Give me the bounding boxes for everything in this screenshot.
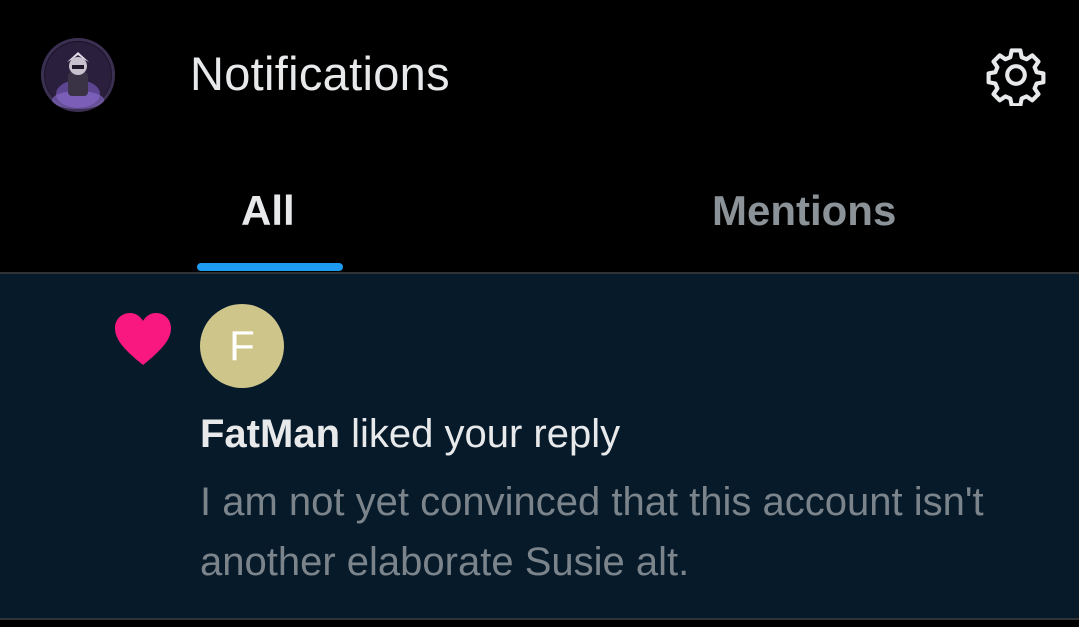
- profile-avatar-icon[interactable]: [41, 38, 115, 112]
- notification-item[interactable]: F FatMan liked your reply I am not yet c…: [0, 274, 1079, 618]
- tab-all[interactable]: All: [0, 150, 540, 273]
- tab-mentions-label: Mentions: [712, 187, 897, 234]
- notification-action: liked your reply: [340, 412, 621, 456]
- notification-snippet: I am not yet convinced that this account…: [200, 480, 984, 584]
- heart-icon: [113, 311, 173, 367]
- list-divider: [0, 618, 1079, 620]
- page-title: Notifications: [190, 47, 450, 100]
- gear-icon[interactable]: [985, 44, 1047, 108]
- tab-all-label: All: [241, 187, 295, 234]
- notification-text: FatMan liked your reply: [200, 410, 620, 458]
- notification-tabs: All Mentions: [0, 150, 1079, 273]
- tab-mentions[interactable]: Mentions: [540, 150, 1079, 273]
- notifications-screen: Notifications All Mentions F FatMan like…: [0, 0, 1079, 627]
- active-tab-indicator: [197, 263, 343, 271]
- user-avatar[interactable]: F: [200, 304, 284, 388]
- notification-username[interactable]: FatMan: [200, 412, 340, 456]
- top-app-bar: Notifications: [0, 0, 1079, 150]
